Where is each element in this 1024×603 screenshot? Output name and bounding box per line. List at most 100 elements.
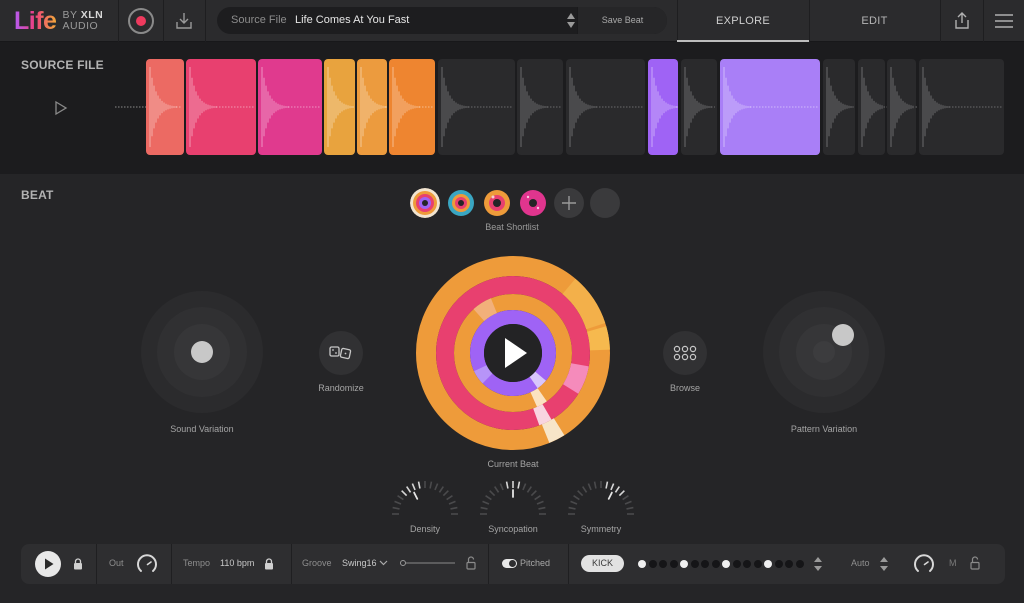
pattern-variation-handle[interactable] (832, 324, 854, 346)
pitched-toggle[interactable] (502, 559, 517, 568)
up-down-stepper-icon[interactable] (565, 11, 577, 30)
knob-tick (394, 500, 402, 505)
sequencer-step[interactable] (648, 560, 657, 568)
tab-edit[interactable]: EDIT (809, 0, 940, 42)
mute-button[interactable]: M (949, 558, 957, 568)
tempo-value[interactable]: 110 bpm (220, 558, 254, 568)
knob-tick (450, 506, 458, 510)
save-beat-button[interactable]: Save Beat (577, 7, 667, 34)
sequencer-step[interactable] (743, 560, 751, 568)
pattern-variation-label: Pattern Variation (790, 424, 858, 434)
sequencer-step[interactable] (669, 560, 678, 568)
logo-byline: BY XLN AUDIO (62, 10, 103, 32)
record-button[interactable] (128, 8, 154, 34)
sound-variation-pad[interactable] (141, 291, 263, 413)
empty-shortlist-slot[interactable] (590, 188, 620, 218)
sequencer-step[interactable] (795, 560, 804, 568)
add-to-shortlist-button[interactable] (554, 188, 584, 218)
sequencer-step[interactable] (638, 560, 646, 568)
source-file-label: Source File (231, 14, 287, 26)
waveform-segment[interactable] (258, 59, 322, 155)
play-button[interactable] (35, 551, 61, 577)
pitched-label: Pitched (520, 558, 551, 568)
waveform-segment[interactable] (517, 59, 563, 155)
source-waveform[interactable] (0, 43, 1024, 173)
beat-title: BEAT (21, 188, 54, 202)
pattern-stepper-icon[interactable] (813, 555, 823, 573)
current-beat-ring[interactable] (416, 256, 610, 450)
sequencer-step[interactable] (680, 560, 688, 568)
sequencer-step[interactable] (659, 560, 667, 568)
waveform-segment[interactable] (681, 59, 717, 155)
sequencer-step[interactable] (701, 560, 709, 568)
tab-explore[interactable]: EXPLORE (677, 0, 809, 42)
divider (171, 544, 172, 584)
logo-life-text: Life (14, 6, 57, 35)
chevron-down-icon[interactable] (379, 560, 388, 566)
sequencer-step[interactable] (764, 560, 772, 568)
beat-step-hit (530, 388, 547, 407)
sound-variation-handle[interactable] (191, 341, 213, 363)
symmetry-knob[interactable] (565, 476, 637, 516)
shortlist-beat-4[interactable] (518, 188, 548, 218)
shortlist-beat-1[interactable] (410, 188, 440, 218)
beat-step-hit (473, 298, 498, 322)
download-icon[interactable] (174, 11, 194, 31)
waveform-segment[interactable] (858, 59, 888, 155)
waveform-segment[interactable] (566, 59, 645, 155)
divider (96, 544, 97, 584)
groove-amount-slider[interactable] (399, 559, 457, 567)
sequencer-step[interactable] (753, 560, 762, 568)
shortlist-beat-2[interactable] (446, 188, 476, 218)
knob-tick (489, 490, 496, 497)
knob-tick (626, 506, 634, 510)
waveform-segment[interactable] (389, 59, 435, 155)
waveform-segment[interactable] (146, 59, 184, 155)
sequencer-step[interactable] (722, 560, 730, 568)
divider (118, 0, 119, 42)
auto-label: Auto (851, 558, 870, 568)
waveform-segment[interactable] (648, 59, 678, 155)
browse-button[interactable] (663, 331, 707, 375)
hamburger-menu-icon (995, 14, 1013, 28)
waveform-segment[interactable] (186, 59, 256, 155)
pattern-variation-pad[interactable] (763, 291, 885, 413)
knob-tick (593, 481, 597, 489)
waveform-segment[interactable] (919, 59, 1004, 155)
instrument-unlock-icon[interactable] (970, 556, 980, 570)
sequencer-step[interactable] (774, 560, 783, 568)
sequencer-step[interactable] (785, 560, 793, 568)
waveform-segment[interactable] (887, 59, 917, 155)
menu-button[interactable] (983, 0, 1024, 42)
app-logo: Life BY XLN AUDIO (14, 6, 103, 36)
groove-select[interactable]: Swing16 (342, 558, 377, 568)
source-file-selector[interactable]: Source File Life Comes At You Fast Save … (217, 7, 667, 34)
knob-tick (392, 506, 400, 510)
sequencer-step[interactable] (711, 560, 720, 568)
knob-tick (429, 481, 433, 489)
instrument-volume-knob[interactable] (912, 552, 936, 576)
sequencer-step[interactable] (690, 560, 699, 568)
knob-tick (622, 495, 629, 501)
output-volume-knob[interactable] (135, 552, 159, 576)
waveform-segment[interactable] (823, 59, 855, 155)
knob-tick (480, 506, 488, 510)
groove-unlock-icon[interactable] (466, 556, 476, 570)
waveform-segment[interactable] (357, 59, 387, 155)
instrument-select-kick[interactable]: KICK (581, 555, 624, 572)
shortlist-beat-3[interactable] (482, 188, 512, 218)
waveform-segment[interactable] (720, 59, 820, 155)
waveform-segment[interactable] (438, 59, 515, 155)
randomize-button[interactable] (319, 331, 363, 375)
density-knob[interactable] (389, 476, 461, 516)
auto-stepper-icon[interactable] (879, 555, 889, 573)
sequencer-step[interactable] (732, 560, 741, 568)
beat-step-hit (533, 404, 552, 426)
source-file-value[interactable]: Life Comes At You Fast (295, 14, 409, 26)
share-button[interactable] (941, 0, 983, 42)
tempo-lock-icon[interactable] (264, 558, 274, 570)
waveform-segment[interactable] (324, 59, 355, 155)
divider (568, 544, 569, 584)
lock-icon[interactable] (73, 558, 83, 570)
syncopation-knob[interactable] (477, 476, 549, 516)
